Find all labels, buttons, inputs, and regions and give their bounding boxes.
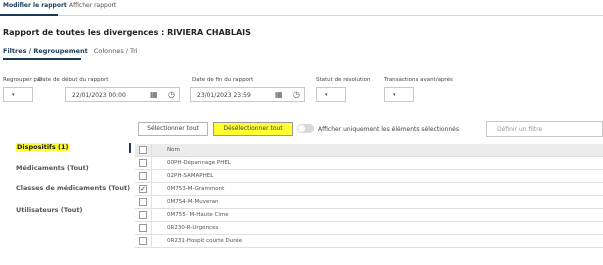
start-date-label: Date de début du rapport — [38, 77, 109, 83]
devices-grid: Nom 00PH-Dépannage PHEL 02PH-SAMAPHEL ✓ 0M7… — [135, 144, 603, 248]
row-checkbox[interactable] — [139, 172, 147, 180]
table-row[interactable]: ✓ 0M753-M-Grammont — [135, 183, 603, 196]
sub-tabs: Filtres / Regroupement Colonnes / Tri — [3, 47, 138, 60]
page-title: Rapport de toutes les divergences : RIVI… — [3, 28, 251, 37]
column-header-nom[interactable]: Nom — [167, 147, 180, 153]
tab-filtres-regroupement[interactable]: Filtres / Regroupement — [3, 47, 88, 55]
table-row[interactable]: 0M755- M-Haute Cime — [135, 209, 603, 222]
tab-modifier-rapport[interactable]: Modifier le rapport — [3, 2, 67, 9]
calendar-icon[interactable]: ▦ — [150, 90, 158, 99]
group-by-select[interactable]: ▾ — [3, 87, 33, 102]
chevron-down-icon: ▾ — [325, 92, 328, 98]
row-checkbox[interactable] — [139, 211, 147, 219]
resolution-status-select[interactable]: ▾ — [316, 87, 346, 102]
filter-input[interactable]: Définir un filtre — [486, 121, 603, 137]
transactions-label: Transactions avant/après — [384, 77, 453, 83]
row-name: 0R231-Hospit courte Durée — [167, 238, 243, 244]
end-date-field[interactable]: 23/01/2023 23:59 ▦ ◷ — [190, 87, 305, 102]
chevron-down-icon: ▾ — [393, 92, 396, 98]
row-checkbox[interactable] — [139, 237, 147, 245]
grid-header-row: Nom — [135, 144, 603, 157]
start-date-field[interactable]: 22/01/2023 00:00 ▦ ◷ — [65, 87, 180, 102]
active-subtab-underline — [3, 58, 81, 60]
clock-icon[interactable]: ◷ — [168, 90, 175, 99]
toggle-knob — [298, 125, 305, 132]
sidebar-active-indicator — [129, 143, 131, 153]
sidebar-item-medicaments[interactable]: Médicaments (Tout) — [16, 164, 89, 172]
table-row[interactable]: 0R231-Hospit courte Durée — [135, 235, 603, 248]
filter-placeholder: Définir un filtre — [497, 126, 543, 133]
table-row[interactable]: 02PH-SAMAPHEL — [135, 170, 603, 183]
chevron-down-icon: ▾ — [12, 92, 15, 98]
row-name: 0M753-M-Grammont — [167, 186, 225, 192]
show-selected-label: Afficher uniquement les éléments sélecti… — [318, 126, 459, 133]
resolution-status-label: Statut de résolution — [316, 77, 371, 83]
calendar-icon[interactable]: ▦ — [275, 90, 283, 99]
start-date-value: 22/01/2023 00:00 — [72, 92, 126, 99]
row-name: 00PH-Dépannage PHEL — [167, 160, 231, 166]
end-date-value: 23/01/2023 23:59 — [197, 92, 251, 99]
deselect-all-button[interactable]: Désélectionner tout — [213, 122, 293, 136]
active-tab-underline — [0, 14, 58, 16]
select-all-button[interactable]: Sélectionner tout — [138, 122, 208, 136]
sidebar-item-utilisateurs[interactable]: Utilisateurs (Tout) — [16, 206, 83, 214]
row-name: 02PH-SAMAPHEL — [167, 173, 214, 179]
row-name: 0M755- M-Haute Cime — [167, 212, 229, 218]
tab-colonnes-tri[interactable]: Colonnes / Tri — [94, 47, 138, 55]
transactions-select[interactable]: ▾ — [384, 87, 414, 102]
group-by-label: Regrouper par — [3, 77, 43, 83]
row-checkbox[interactable] — [139, 224, 147, 232]
row-checkbox[interactable] — [139, 159, 147, 167]
end-date-label: Date de fin du rapport — [192, 77, 254, 83]
sidebar-item-classes-medicaments[interactable]: Classes de médicaments (Tout) — [16, 184, 130, 192]
table-row[interactable]: 0R230-R-Urgences — [135, 222, 603, 235]
select-all-checkbox[interactable] — [139, 146, 147, 154]
clock-icon[interactable]: ◷ — [293, 90, 300, 99]
show-selected-toggle[interactable] — [297, 124, 314, 133]
top-navigation: Modifier le rapport Afficher rapport — [0, 0, 603, 16]
row-checkbox[interactable] — [139, 198, 147, 206]
sidebar-item-dispositifs[interactable]: Dispositifs (1) — [16, 143, 70, 151]
table-row[interactable]: 0M754-M-Muveran — [135, 196, 603, 209]
row-checkbox[interactable]: ✓ — [139, 185, 147, 193]
row-name: 0M754-M-Muveran — [167, 199, 219, 205]
tab-afficher-rapport[interactable]: Afficher rapport — [69, 2, 116, 9]
row-name: 0R230-R-Urgences — [167, 225, 219, 231]
table-row[interactable]: 00PH-Dépannage PHEL — [135, 157, 603, 170]
